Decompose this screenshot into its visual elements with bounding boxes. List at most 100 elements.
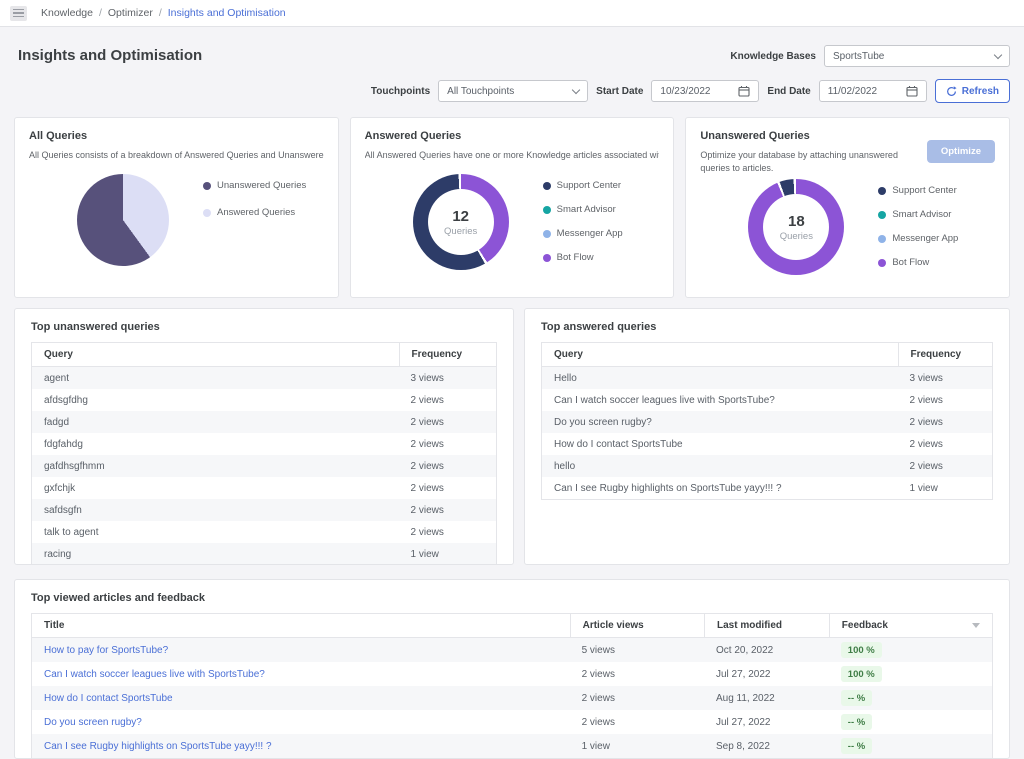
article-link[interactable]: Do you screen rugby? <box>44 717 142 728</box>
table-row: Can I watch soccer leagues live with Spo… <box>32 662 992 686</box>
frequency-cell: 1 view <box>410 548 439 560</box>
query-cell: Hello <box>554 372 577 384</box>
feedback-badge: -- % <box>840 714 873 730</box>
legend-item: Support Center <box>542 180 623 192</box>
legend-label: Bot Flow <box>556 252 594 264</box>
all-queries-description: All Queries consists of a breakdown of A… <box>29 150 324 160</box>
breadcrumb-optimizer[interactable]: Optimizer <box>108 7 153 19</box>
frequency-cell: 2 views <box>410 394 444 406</box>
frequency-cell: 2 views <box>410 482 444 494</box>
legend-label: Smart Advisor <box>892 209 952 221</box>
end-date-input[interactable]: 11/02/2022 <box>818 80 927 102</box>
answered-queries-description: All Answered Queries have one or more Kn… <box>364 150 660 160</box>
frequency-cell: 2 views <box>909 394 943 406</box>
article-link[interactable]: How to pay for SportsTube? <box>44 645 168 656</box>
table-row: fadgd 2 views <box>32 411 496 433</box>
breadcrumb-current: Insights and Optimisation <box>167 7 286 19</box>
frequency-cell: 2 views <box>410 438 444 450</box>
page-content: Insights and Optimisation Knowledge Base… <box>0 27 1024 759</box>
end-date-value: 11/02/2022 <box>827 85 878 97</box>
answered-queries-count-label: Queries <box>444 225 478 237</box>
knowledge-bases-select[interactable]: SportsTube <box>824 45 1010 67</box>
breadcrumb-knowledge[interactable]: Knowledge <box>41 7 93 19</box>
legend-label: Support Center <box>556 180 622 192</box>
query-cell: gxfchjk <box>44 482 76 494</box>
legend-item: Smart Advisor <box>878 209 958 220</box>
answered-queries-title: Answered Queries <box>364 130 462 142</box>
table-row: gafdhsgfhmm 2 views <box>32 455 496 477</box>
feedback-header-label: Feedback <box>841 620 888 631</box>
legend-item: Bot Flow <box>542 252 623 264</box>
legend-label: Bot Flow <box>892 257 930 269</box>
breadcrumb-separator: / <box>158 7 162 19</box>
legend-label: Messenger App <box>556 228 623 240</box>
column-header-feedback[interactable]: Feedback <box>828 614 992 637</box>
article-link[interactable]: Can I watch soccer leagues live with Spo… <box>44 669 265 680</box>
query-cell: fdgfahdg <box>44 438 83 450</box>
summary-cards-row: All Queries All Queries consists of a br… <box>14 117 1010 298</box>
hamburger-menu-icon[interactable] <box>10 5 27 21</box>
table-row: talk to agent 2 views <box>32 521 496 543</box>
touchpoints-label: Touchpoints <box>370 85 431 97</box>
table-row: safdsgfn 2 views <box>32 499 496 521</box>
legend-item: Unanswered Queries <box>203 180 306 191</box>
column-header-frequency[interactable]: Frequency <box>897 343 993 366</box>
top-unanswered-queries-card: Top unanswered queries Query Frequency a… <box>14 308 514 565</box>
table-row: agent 3 views <box>32 367 496 389</box>
last-modified-cell: Jul 27, 2022 <box>715 716 771 728</box>
refresh-button[interactable]: Refresh <box>934 79 1010 103</box>
sort-dropdown-icon[interactable] <box>972 623 980 628</box>
query-cell: safdsgfn <box>44 504 82 516</box>
knowledge-bases-label: Knowledge Bases <box>730 50 816 62</box>
legend-item: Bot Flow <box>878 257 958 268</box>
frequency-cell: 3 views <box>410 372 444 384</box>
column-header-last-modified[interactable]: Last modified <box>703 614 829 637</box>
legend-dot <box>542 205 551 214</box>
query-cell: talk to agent <box>44 526 99 538</box>
frequency-cell: 2 views <box>909 438 943 450</box>
unanswered-queries-title: Unanswered Queries <box>700 130 810 142</box>
query-cell: Can I watch soccer leagues live with Spo… <box>554 394 775 406</box>
touchpoints-select[interactable]: All Touchpoints <box>438 80 589 102</box>
legend-label: Answered Queries <box>217 207 296 219</box>
column-header-title[interactable]: Title <box>32 614 570 637</box>
column-header-query[interactable]: Query <box>542 349 898 360</box>
top-viewed-articles-table: Title Article views Last modified Feedba… <box>31 613 993 758</box>
query-cell: fadgd <box>44 416 70 428</box>
top-answered-queries-card: Top answered queries Query Frequency Hel… <box>524 308 1010 565</box>
legend-item: Support Center <box>878 185 958 196</box>
last-modified-cell: Oct 20, 2022 <box>715 644 774 656</box>
legend-dot <box>878 186 887 195</box>
article-views-cell: 2 views <box>581 668 615 680</box>
top-viewed-articles-card: Top viewed articles and feedback Title A… <box>14 579 1010 759</box>
all-queries-legend: Unanswered Queries Answered Queries <box>203 180 306 218</box>
legend-dot <box>203 181 211 190</box>
start-date-value: 10/23/2022 <box>660 85 711 97</box>
calendar-icon <box>738 86 750 97</box>
start-date-input[interactable]: 10/23/2022 <box>651 80 760 102</box>
chevron-down-icon <box>993 50 1003 59</box>
table-row: gxfchjk 2 views <box>32 477 496 499</box>
all-queries-title: All Queries <box>29 130 88 142</box>
table-row: Do you screen rugby? 2 views <box>542 411 992 433</box>
query-cell: racing <box>44 548 72 560</box>
legend-item: Answered Queries <box>203 207 306 218</box>
breadcrumb-separator: / <box>98 7 102 19</box>
calendar-icon <box>906 86 918 97</box>
unanswered-queries-card: Unanswered Queries Optimize your databas… <box>685 117 1010 298</box>
answered-queries-count: 12 <box>452 207 469 225</box>
article-link[interactable]: How do I contact SportsTube <box>44 693 173 704</box>
last-modified-cell: Sep 8, 2022 <box>715 740 770 752</box>
legend-dot <box>878 258 887 267</box>
column-header-frequency[interactable]: Frequency <box>398 343 496 366</box>
table-row: Can I see Rugby highlights on SportsTube… <box>32 734 992 758</box>
column-header-article-views[interactable]: Article views <box>569 614 704 637</box>
optimize-button[interactable]: Optimize <box>926 140 995 163</box>
page-title: Insights and Optimisation <box>18 47 203 64</box>
column-header-query[interactable]: Query <box>32 349 399 360</box>
unanswered-queries-legend: Support Center Smart Advisor Messenger A… <box>878 185 958 268</box>
table-row: Hello 3 views <box>542 367 992 389</box>
article-link[interactable]: Can I see Rugby highlights on SportsTube… <box>44 741 272 752</box>
last-modified-cell: Aug 11, 2022 <box>715 692 775 704</box>
frequency-cell: 2 views <box>909 460 943 472</box>
